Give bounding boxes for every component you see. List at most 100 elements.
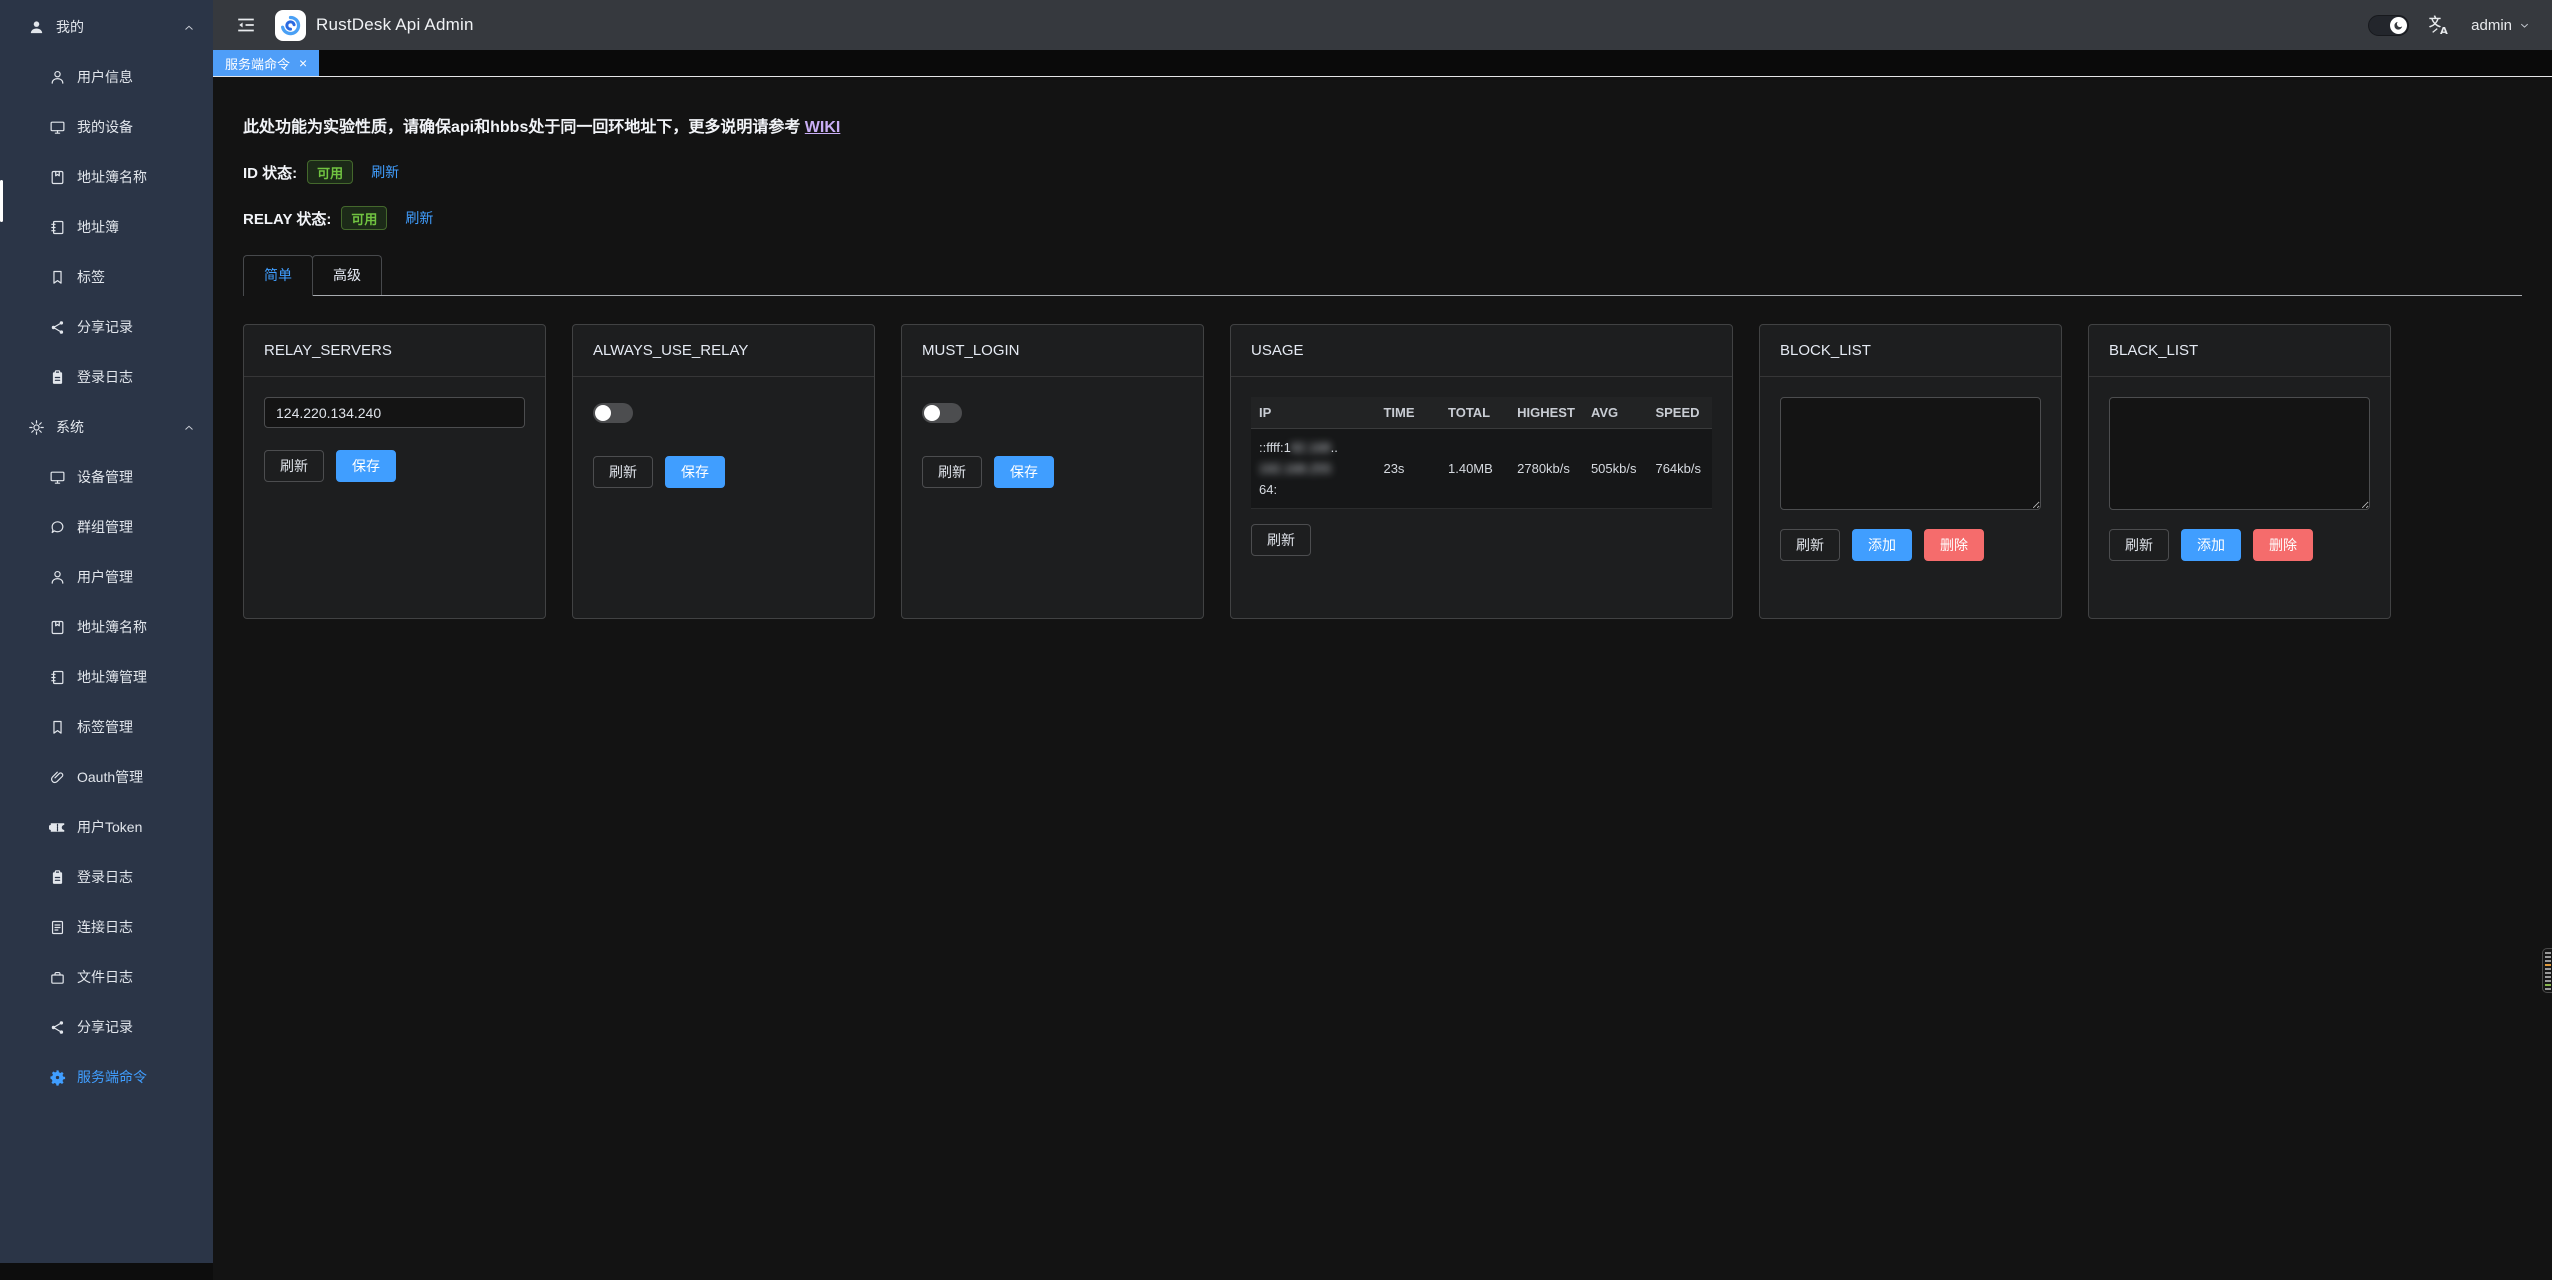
clipboard-icon bbox=[49, 869, 66, 886]
col-header: TOTAL bbox=[1440, 397, 1509, 429]
notebook-icon bbox=[49, 669, 66, 686]
refresh-button[interactable]: 刷新 bbox=[264, 450, 324, 482]
sidebar-item-device-mgmt[interactable]: 设备管理 bbox=[0, 452, 213, 502]
settings-cards: RELAY_SERVERS 刷新 保存 ALWAYS_USE_RELAY bbox=[243, 324, 2522, 619]
sidebar-item-server-commands[interactable]: 服务端命令 bbox=[0, 1052, 213, 1102]
collapse-sidebar-icon[interactable] bbox=[235, 14, 257, 36]
sidebar-column: 我的 用户信息 我的设备 地址簿名称 地址簿 标签 bbox=[0, 0, 213, 1280]
usage-table: IP TIME TOTAL HIGHEST AVG SPEED bbox=[1251, 397, 1712, 509]
sidebar-group-my[interactable]: 我的 bbox=[0, 2, 213, 52]
add-button[interactable]: 添加 bbox=[1852, 529, 1912, 561]
share-icon bbox=[49, 1019, 66, 1036]
wiki-link[interactable]: WIKI bbox=[805, 119, 841, 136]
card-black-list: BLACK_LIST 刷新 添加 删除 bbox=[2088, 324, 2391, 619]
notebook-icon bbox=[49, 219, 66, 236]
delete-button[interactable]: 删除 bbox=[1924, 529, 1984, 561]
card-usage: USAGE IP TIME TOTAL HIGHEST AVG SPEE bbox=[1230, 324, 1733, 619]
user-icon bbox=[49, 69, 66, 86]
refresh-relay-status-link[interactable]: 刷新 bbox=[405, 208, 433, 228]
header-right: 文 A admin bbox=[2368, 14, 2530, 36]
table-row: ::ffff:192.168.. 192.168.255 64: 23s 1.4… bbox=[1251, 429, 1712, 509]
ticket-icon bbox=[49, 819, 66, 836]
bookmark-icon bbox=[49, 269, 66, 286]
user-name: admin bbox=[2471, 17, 2512, 34]
journal-icon bbox=[49, 169, 66, 186]
person-fill-icon bbox=[28, 19, 45, 36]
black-list-textarea[interactable] bbox=[2109, 397, 2370, 510]
gear-icon bbox=[49, 1069, 66, 1086]
user-icon bbox=[49, 569, 66, 586]
sidebar-item-tags[interactable]: 标签 bbox=[0, 252, 213, 302]
refresh-button[interactable]: 刷新 bbox=[1780, 529, 1840, 561]
moon-icon bbox=[2390, 17, 2407, 34]
refresh-button[interactable]: 刷新 bbox=[593, 456, 653, 488]
card-relay-servers: RELAY_SERVERS 刷新 保存 bbox=[243, 324, 546, 619]
edge-widget[interactable] bbox=[2542, 948, 2552, 993]
always-use-relay-toggle[interactable] bbox=[593, 403, 633, 423]
sidebar-item-connection-logs[interactable]: 连接日志 bbox=[0, 902, 213, 952]
sidebar-item-share-records[interactable]: 分享记录 bbox=[0, 302, 213, 352]
share-icon bbox=[49, 319, 66, 336]
id-status-row: ID 状态: 可用 刷新 bbox=[243, 159, 2522, 185]
save-button[interactable]: 保存 bbox=[665, 456, 725, 488]
sidebar-group-label: 我的 bbox=[56, 17, 84, 37]
refresh-button[interactable]: 刷新 bbox=[922, 456, 982, 488]
usage-highest-cell: 2780kb/s bbox=[1509, 429, 1583, 509]
monitor-icon bbox=[49, 119, 66, 136]
view-tabs: 简单 高级 bbox=[243, 255, 2522, 296]
sidebar-item-tag-mgmt[interactable]: 标签管理 bbox=[0, 702, 213, 752]
tab-advanced[interactable]: 高级 bbox=[312, 255, 382, 295]
usage-total-cell: 1.40MB bbox=[1440, 429, 1509, 509]
clipboard-icon bbox=[49, 369, 66, 386]
status-badge: 可用 bbox=[307, 160, 353, 184]
card-block-list: BLOCK_LIST 刷新 添加 删除 bbox=[1759, 324, 2062, 619]
card-title: BLOCK_LIST bbox=[1760, 325, 2061, 377]
sidebar-item-user-mgmt[interactable]: 用户管理 bbox=[0, 552, 213, 602]
svg-text:A: A bbox=[2440, 26, 2448, 36]
col-header: TIME bbox=[1375, 397, 1440, 429]
sidebar-item-my-devices[interactable]: 我的设备 bbox=[0, 102, 213, 152]
delete-button[interactable]: 删除 bbox=[2253, 529, 2313, 561]
chevron-down-icon bbox=[2519, 20, 2530, 31]
sidebar-item-file-logs[interactable]: 文件日志 bbox=[0, 952, 213, 1002]
archive-icon bbox=[49, 969, 66, 986]
sidebar-item-addressbook-names-mgmt[interactable]: 地址簿名称 bbox=[0, 602, 213, 652]
sidebar-group-label: 系统 bbox=[56, 417, 84, 437]
sidebar-scrollbar[interactable] bbox=[0, 180, 3, 222]
card-title: ALWAYS_USE_RELAY bbox=[573, 325, 874, 377]
tab-simple[interactable]: 简单 bbox=[243, 255, 313, 296]
save-button[interactable]: 保存 bbox=[994, 456, 1054, 488]
tab-server-commands[interactable]: 服务端命令 × bbox=[213, 50, 319, 76]
refresh-button[interactable]: 刷新 bbox=[1251, 524, 1311, 556]
sidebar-item-addressbook-names[interactable]: 地址簿名称 bbox=[0, 152, 213, 202]
chevron-up-icon bbox=[183, 421, 195, 433]
sidebar-item-login-logs[interactable]: 登录日志 bbox=[0, 352, 213, 402]
close-icon[interactable]: × bbox=[299, 56, 307, 70]
card-title: MUST_LOGIN bbox=[902, 325, 1203, 377]
sidebar-item-group-mgmt[interactable]: 群组管理 bbox=[0, 502, 213, 552]
dark-mode-toggle[interactable] bbox=[2368, 15, 2409, 36]
relay-servers-input[interactable] bbox=[264, 397, 525, 428]
save-button[interactable]: 保存 bbox=[336, 450, 396, 482]
user-menu[interactable]: admin bbox=[2471, 17, 2530, 34]
sidebar-item-user-info[interactable]: 用户信息 bbox=[0, 52, 213, 102]
sidebar-item-login-logs-sys[interactable]: 登录日志 bbox=[0, 852, 213, 902]
col-header: SPEED bbox=[1647, 397, 1712, 429]
sidebar-item-user-token[interactable]: 用户Token bbox=[0, 802, 213, 852]
refresh-button[interactable]: 刷新 bbox=[2109, 529, 2169, 561]
sidebar-item-addressbook[interactable]: 地址簿 bbox=[0, 202, 213, 252]
block-list-textarea[interactable] bbox=[1780, 397, 2041, 510]
status-badge: 可用 bbox=[341, 206, 387, 230]
sidebar-group-system[interactable]: 系统 bbox=[0, 402, 213, 452]
must-login-toggle[interactable] bbox=[922, 403, 962, 423]
rustdesk-logo bbox=[275, 10, 306, 41]
col-header: IP bbox=[1251, 397, 1375, 429]
translate-icon[interactable]: 文 A bbox=[2429, 14, 2451, 36]
refresh-id-status-link[interactable]: 刷新 bbox=[371, 162, 399, 182]
sidebar-item-oauth-mgmt[interactable]: Oauth管理 bbox=[0, 752, 213, 802]
sidebar-item-share-records-sys[interactable]: 分享记录 bbox=[0, 1002, 213, 1052]
add-button[interactable]: 添加 bbox=[2181, 529, 2241, 561]
paperclip-icon bbox=[49, 769, 66, 786]
sidebar-item-addressbook-mgmt[interactable]: 地址簿管理 bbox=[0, 652, 213, 702]
card-title: RELAY_SERVERS bbox=[244, 325, 545, 377]
